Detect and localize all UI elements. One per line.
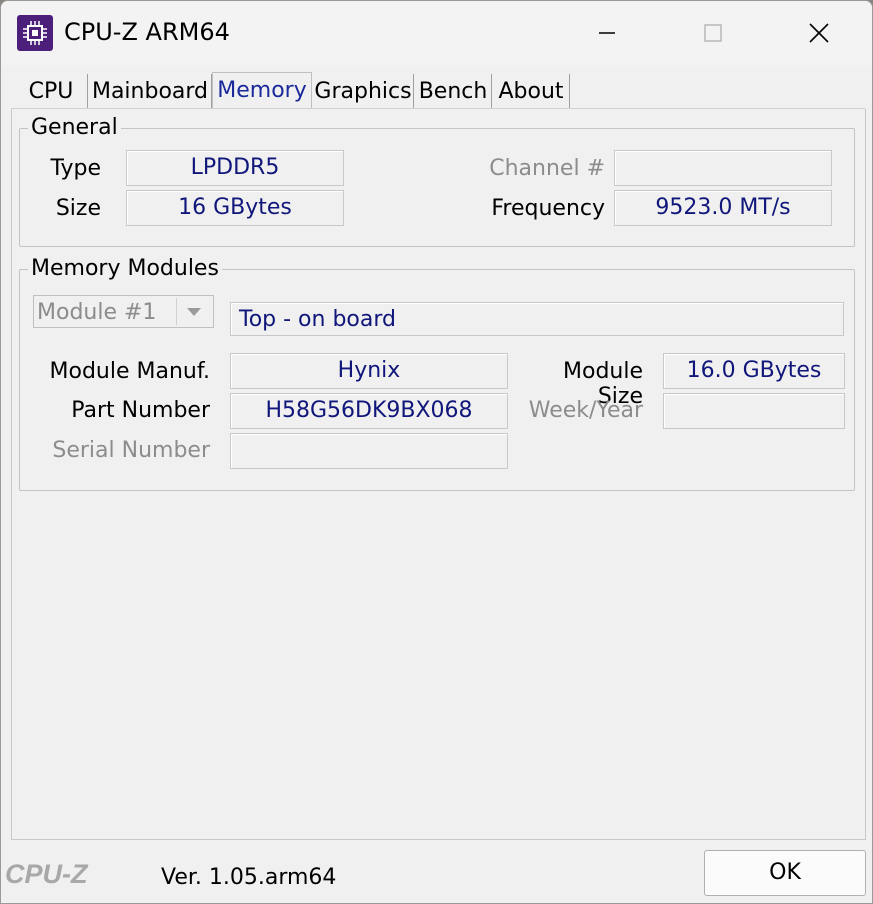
cpuz-window: CPU-Z ARM64 CPU Mainboard Memory Graphic…	[0, 0, 873, 904]
window-title: CPU-Z ARM64	[64, 18, 230, 46]
part-number-label: Part Number	[71, 398, 210, 423]
tab-about[interactable]: About	[493, 74, 570, 108]
close-icon	[809, 23, 829, 43]
cpuz-logo: CPU-Z	[5, 859, 88, 889]
title-bar[interactable]: CPU-Z ARM64	[1, 1, 872, 65]
close-button[interactable]	[799, 15, 839, 51]
module-select-dropdown[interactable]	[176, 298, 211, 325]
frequency-label: Frequency	[491, 196, 605, 221]
module-manuf-value: Hynix	[230, 353, 508, 389]
size-label: Size	[55, 196, 101, 221]
module-select[interactable]: Module #1	[33, 295, 214, 328]
type-label: Type	[50, 156, 101, 181]
minimize-button[interactable]	[587, 15, 627, 51]
channel-label: Channel #	[489, 156, 605, 181]
memory-modules-group-title: Memory Modules	[28, 256, 222, 281]
frequency-value: 9523.0 MT/s	[614, 190, 832, 226]
chevron-down-icon	[187, 307, 201, 316]
module-manuf-label: Module Manuf.	[49, 359, 210, 384]
week-year-value	[663, 393, 845, 429]
type-value: LPDDR5	[126, 150, 344, 186]
week-year-label: Week/Year	[528, 398, 643, 423]
module-select-value: Module #1	[37, 300, 157, 325]
minimize-icon	[599, 32, 615, 34]
tab-mainboard[interactable]: Mainboard	[89, 74, 212, 108]
app-icon	[17, 15, 53, 51]
module-size-value: 16.0 GBytes	[663, 353, 845, 389]
general-group-title: General	[28, 115, 121, 140]
maximize-button[interactable]	[693, 15, 733, 51]
tab-cpu[interactable]: CPU	[15, 74, 88, 108]
maximize-icon	[704, 24, 722, 42]
tab-memory[interactable]: Memory	[212, 72, 312, 111]
module-location-value: Top - on board	[230, 302, 844, 336]
tab-graphics[interactable]: Graphics	[313, 74, 414, 108]
channel-value	[614, 150, 832, 186]
ok-button[interactable]: OK	[704, 850, 866, 896]
general-group: General	[19, 115, 855, 247]
serial-number-value	[230, 433, 508, 469]
part-number-value: H58G56DK9BX068	[230, 393, 508, 429]
serial-number-label: Serial Number	[52, 438, 210, 463]
tab-bench[interactable]: Bench	[415, 74, 492, 108]
version-text: Ver. 1.05.arm64	[161, 865, 337, 890]
size-value: 16 GBytes	[126, 190, 344, 226]
